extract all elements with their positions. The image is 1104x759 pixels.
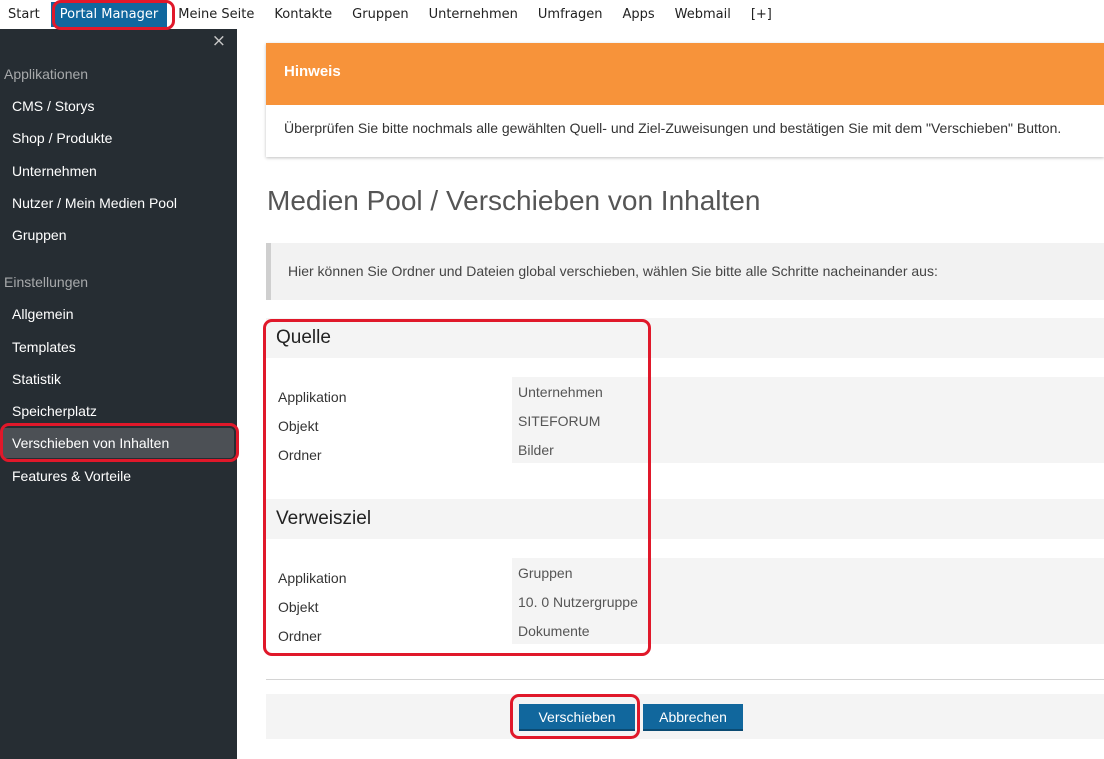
nav-unternehmen[interactable]: Unternehmen [419,0,528,29]
top-navigation: Start Portal Manager Meine Seite Kontakt… [0,0,1104,29]
main-content: Hinweis Überprüfen Sie bitte nochmals al… [237,29,1104,759]
sidebar-section-applikationen: Applikationen [4,66,89,82]
sidebar-section-einstellungen: Einstellungen [4,274,89,290]
sidebar-item-cms-storys[interactable]: CMS / Storys [0,91,237,121]
sidebar-item-statistik[interactable]: Statistik [0,364,237,394]
sidebar-item-gruppen[interactable]: Gruppen [0,220,237,250]
nav-kontakte[interactable]: Kontakte [264,0,342,29]
sidebar-item-templates[interactable]: Templates [0,332,237,362]
hinweis-title: Hinweis [266,43,1104,105]
divider [266,679,1104,680]
quelle-label-ordner: Ordner [278,447,322,463]
nav-add[interactable]: [+] [741,0,782,29]
nav-portal-manager[interactable]: Portal Manager [50,2,168,27]
nav-umfragen[interactable]: Umfragen [528,0,613,29]
verweisziel-value-ordner: Dokumente [518,623,590,639]
sidebar-item-allgemein[interactable]: Allgemein [0,299,237,329]
hinweis-text: Überprüfen Sie bitte nochmals alle gewäh… [284,120,1062,136]
quelle-value-ordner: Bilder [518,442,554,458]
nav-start[interactable]: Start [0,0,50,29]
verweisziel-value-applikation: Gruppen [518,565,573,581]
verweisziel-value-objekt: 10. 0 Nutzergruppe [518,594,638,610]
hinweis-panel: Hinweis Überprüfen Sie bitte nochmals al… [266,43,1104,157]
quelle-label-objekt: Objekt [278,418,319,434]
sidebar: × Applikationen CMS / Storys Shop / Prod… [0,29,237,759]
verschieben-button[interactable]: Verschieben [519,704,635,731]
sidebar-item-nutzer-medien-pool[interactable]: Nutzer / Mein Medien Pool [0,188,237,218]
quelle-label-applikation: Applikation [278,389,347,405]
verweisziel-label-objekt: Objekt [278,599,319,615]
verweisziel-label-ordner: Ordner [278,628,322,644]
sidebar-item-verschieben-von-inhalten[interactable]: Verschieben von Inhalten [0,428,234,458]
nav-meine-seite[interactable]: Meine Seite [168,0,264,29]
quelle-value-applikation: Unternehmen [518,384,603,400]
nav-apps[interactable]: Apps [612,0,664,29]
nav-webmail[interactable]: Webmail [665,0,741,29]
abbrechen-button[interactable]: Abbrechen [643,704,743,731]
info-box: Hier können Sie Ordner und Dateien globa… [266,243,1104,300]
verweisziel-heading: Verweisziel [266,499,1104,539]
quelle-value-objekt: SITEFORUM [518,413,601,429]
sidebar-item-speicherplatz[interactable]: Speicherplatz [0,396,237,426]
nav-gruppen[interactable]: Gruppen [342,0,418,29]
close-icon[interactable]: × [212,31,226,51]
quelle-heading: Quelle [266,318,1104,358]
page-title: Medien Pool / Verschieben von Inhalten [267,185,761,216]
sidebar-item-unternehmen[interactable]: Unternehmen [0,156,237,186]
sidebar-item-features-vorteile[interactable]: Features & Vorteile [0,461,237,491]
verweisziel-label-applikation: Applikation [278,570,347,586]
sidebar-item-shop-produkte[interactable]: Shop / Produkte [0,123,237,153]
